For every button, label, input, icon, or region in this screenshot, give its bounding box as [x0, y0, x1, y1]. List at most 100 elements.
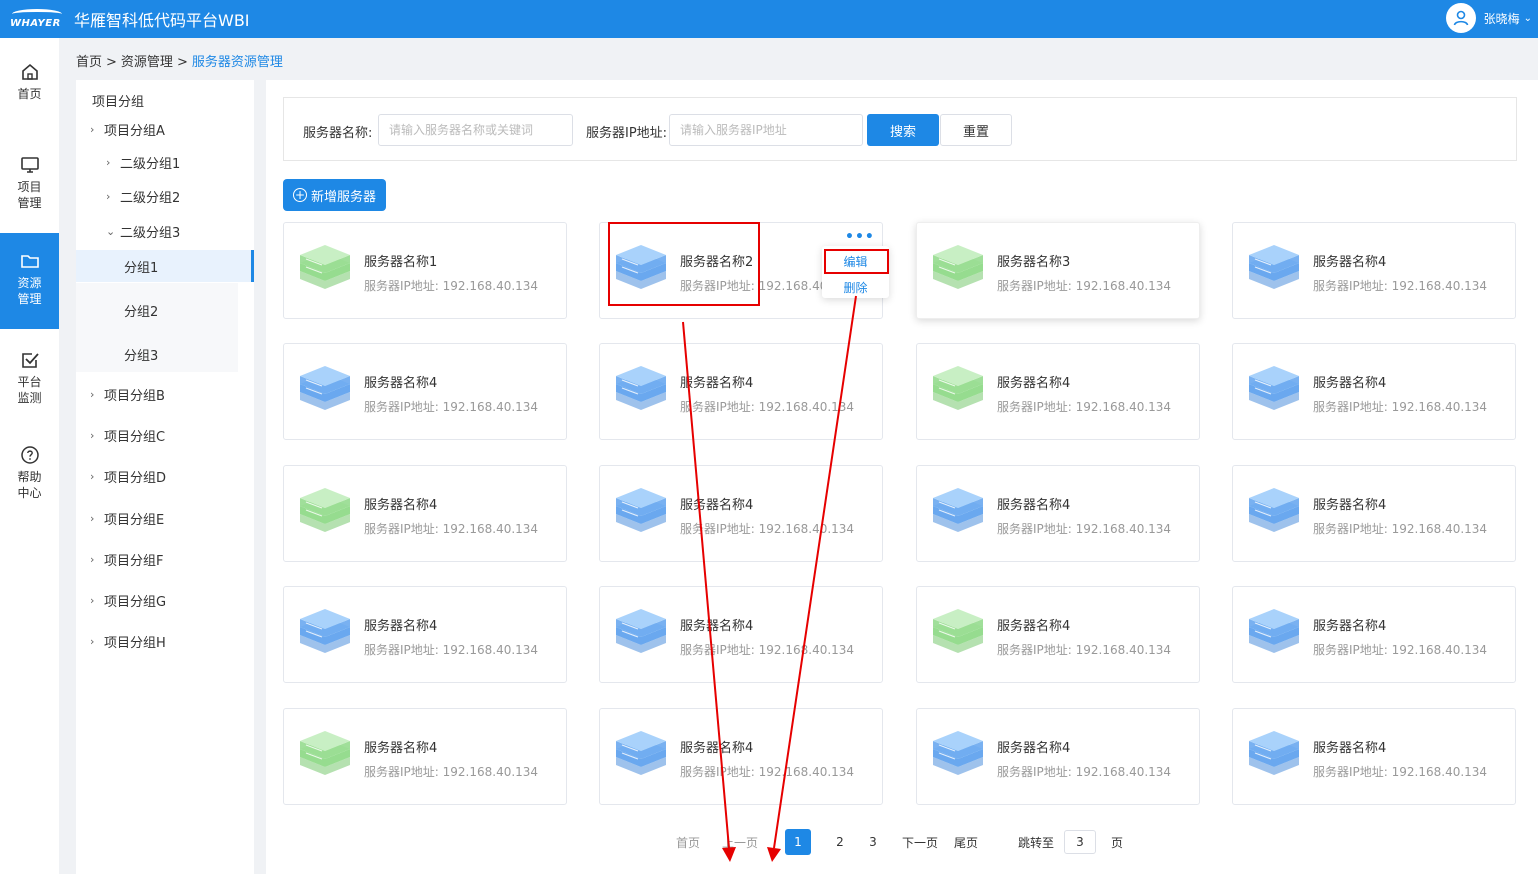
pager-next[interactable]: 下一页 — [902, 829, 938, 855]
pager-page-3[interactable]: 3 — [863, 829, 883, 855]
add-server-button[interactable]: + 新增服务器 — [283, 179, 386, 211]
server-name: 服务器名称4 — [997, 619, 1071, 634]
server-name: 服务器名称4 — [364, 741, 438, 756]
tree-item[interactable]: 分组2 — [76, 283, 238, 337]
server-card[interactable]: 服务器名称3 服务器IP地址: 192.168.40.134 — [916, 222, 1200, 319]
server-card[interactable]: 服务器名称4 服务器IP地址: 192.168.40.134 — [283, 465, 567, 562]
breadcrumb-resource[interactable]: 资源管理 — [121, 55, 173, 70]
server-ip: 服务器IP地址: 192.168.40.134 — [997, 643, 1172, 657]
nav-resource-management[interactable]: 资源 管理 — [0, 233, 59, 329]
tree-item[interactable]: ⌄ 二级分组3 — [76, 221, 254, 241]
server-card[interactable]: 服务器名称4 服务器IP地址: 192.168.40.134 — [1232, 586, 1516, 683]
home-icon — [21, 63, 38, 80]
breadcrumb-separator: > — [106, 55, 117, 70]
tree-item[interactable]: 分组3 — [76, 337, 238, 372]
pager-first[interactable]: 首页 — [676, 829, 700, 855]
server-icon — [616, 609, 666, 653]
server-card[interactable]: 服务器名称4 服务器IP地址: 192.168.40.134 — [916, 465, 1200, 562]
nav-platform-monitor[interactable]: 平台 监测 — [0, 350, 59, 412]
server-card[interactable]: 服务器名称4 服务器IP地址: 192.168.40.134 — [283, 708, 567, 805]
group-tree-panel: 项目分组 › 项目分组A › 二级分组1 › 二级分组2 ⌄ 二级分组3 分组1 分组2 分组3 › 项… — [76, 80, 254, 874]
tree-item[interactable]: › 二级分组2 — [76, 186, 254, 206]
breadcrumb-home[interactable]: 首页 — [76, 55, 102, 70]
server-card[interactable]: 服务器名称4 服务器IP地址: 192.168.40.134 — [1232, 708, 1516, 805]
search-button[interactable]: 搜索 — [867, 114, 939, 146]
chevron-right-icon: › — [106, 155, 111, 169]
server-icon — [1249, 609, 1299, 653]
nav-home[interactable]: 首页 — [0, 62, 59, 112]
server-card[interactable]: 服务器名称4 服务器IP地址: 192.168.40.134 — [1232, 343, 1516, 440]
server-card[interactable]: 服务器名称4 服务器IP地址: 192.168.40.134 — [599, 708, 883, 805]
user-menu[interactable]: 张晓梅 ⌄ — [1445, 3, 1532, 33]
server-name-input[interactable]: 请输入服务器名称或关键词 — [378, 114, 573, 146]
chevron-right-icon: › — [90, 593, 95, 607]
server-ip: 服务器IP地址: 192.168.40.134 — [364, 522, 539, 536]
nav-project-label-2: 管理 — [17, 196, 42, 210]
server-ip: 服务器IP地址: 192.168.40.134 — [997, 400, 1172, 414]
more-icon[interactable]: ••• — [845, 229, 875, 245]
reset-button[interactable]: 重置 — [940, 114, 1012, 146]
tree-item[interactable]: › 项目分组C — [76, 425, 254, 445]
pager-page-2[interactable]: 2 — [830, 829, 850, 855]
chevron-right-icon: › — [90, 552, 95, 566]
server-card[interactable]: 服务器名称4 服务器IP地址: 192.168.40.134 — [283, 586, 567, 683]
tree-item[interactable]: › 项目分组A — [76, 119, 254, 139]
nav-resource-label-2: 管理 — [17, 292, 42, 306]
server-name: 服务器名称4 — [364, 619, 438, 634]
tree-item-label: 项目分组H — [104, 635, 166, 651]
server-ip: 服务器IP地址: 192.168.40.134 — [997, 279, 1172, 293]
annotation-box — [608, 222, 760, 306]
server-card[interactable]: 服务器名称4 服务器IP地址: 192.168.40.134 — [916, 708, 1200, 805]
tree-item[interactable]: › 二级分组1 — [76, 152, 254, 172]
server-ip: 服务器IP地址: 192.168.40.134 — [1313, 522, 1488, 536]
server-icon — [616, 366, 666, 410]
tree-item[interactable]: › 项目分组G — [76, 590, 254, 610]
tree-item[interactable]: › 项目分组B — [76, 384, 254, 404]
server-card[interactable]: 服务器名称4 服务器IP地址: 192.168.40.134 — [283, 343, 567, 440]
server-card[interactable]: 服务器名称4 服务器IP地址: 192.168.40.134 — [916, 343, 1200, 440]
chevron-right-icon: › — [90, 387, 95, 401]
server-card[interactable]: 服务器名称4 服务器IP地址: 192.168.40.134 — [1232, 222, 1516, 319]
chevron-right-icon: › — [106, 189, 111, 203]
chevron-down-icon: ⌄ — [1523, 12, 1532, 24]
nav-project-management[interactable]: 项目 管理 — [0, 155, 59, 217]
server-icon — [933, 488, 983, 532]
nav-help-center[interactable]: 帮助 中心 — [0, 445, 59, 507]
tree-item-label: 项目分组E — [104, 512, 165, 528]
tree-item[interactable]: › 项目分组D — [76, 466, 254, 486]
chevron-right-icon: › — [90, 469, 95, 483]
server-card[interactable]: 服务器名称4 服务器IP地址: 192.168.40.134 — [599, 343, 883, 440]
server-card[interactable]: 服务器名称4 服务器IP地址: 192.168.40.134 — [916, 586, 1200, 683]
tree-item-label: 分组2 — [124, 304, 159, 320]
tree-item[interactable]: › 项目分组E — [76, 508, 254, 528]
server-ip: 服务器IP地址: 192.168.40.134 — [680, 643, 855, 657]
tree-item[interactable]: › 项目分组F — [76, 549, 254, 569]
server-icon — [300, 245, 350, 289]
pager-prev[interactable]: 上一页 — [722, 829, 758, 855]
tree-title: 项目分组 — [92, 94, 145, 110]
server-icon — [1249, 366, 1299, 410]
server-card[interactable]: 服务器名称1 服务器IP地址: 192.168.40.134 — [283, 222, 567, 319]
server-ip: 服务器IP地址: 192.168.40.134 — [997, 522, 1172, 536]
tree-item[interactable]: 分组1 — [76, 250, 254, 282]
delete-menu-item[interactable]: 删除 — [822, 279, 889, 296]
server-ip: 服务器IP地址: 192.168.40.134 — [1313, 765, 1488, 779]
server-ip-label: 服务器IP地址: — [586, 126, 668, 141]
server-ip: 服务器IP地址: 192.168.40.134 — [364, 400, 539, 414]
server-ip-input[interactable]: 请输入服务器IP地址 — [669, 114, 863, 146]
add-server-label: 新增服务器 — [310, 189, 376, 205]
tree-item[interactable]: › 项目分组H — [76, 631, 254, 651]
tree-item-label: 项目分组G — [104, 594, 167, 610]
pager-last[interactable]: 尾页 — [954, 829, 978, 855]
pager-page-1[interactable]: 1 — [785, 829, 811, 855]
server-card[interactable]: 服务器名称4 服务器IP地址: 192.168.40.134 — [1232, 465, 1516, 562]
server-name: 服务器名称4 — [364, 376, 438, 391]
server-card[interactable]: 服务器名称4 服务器IP地址: 192.168.40.134 — [599, 465, 883, 562]
server-card[interactable]: 服务器名称4 服务器IP地址: 192.168.40.134 — [599, 586, 883, 683]
pager-jump-input[interactable]: 3 — [1064, 830, 1096, 854]
annotation-box — [824, 249, 889, 274]
server-name-label: 服务器名称: — [303, 126, 373, 141]
server-name: 服务器名称4 — [997, 498, 1071, 513]
server-name: 服务器名称4 — [1313, 741, 1387, 756]
server-name: 服务器名称4 — [1313, 619, 1387, 634]
